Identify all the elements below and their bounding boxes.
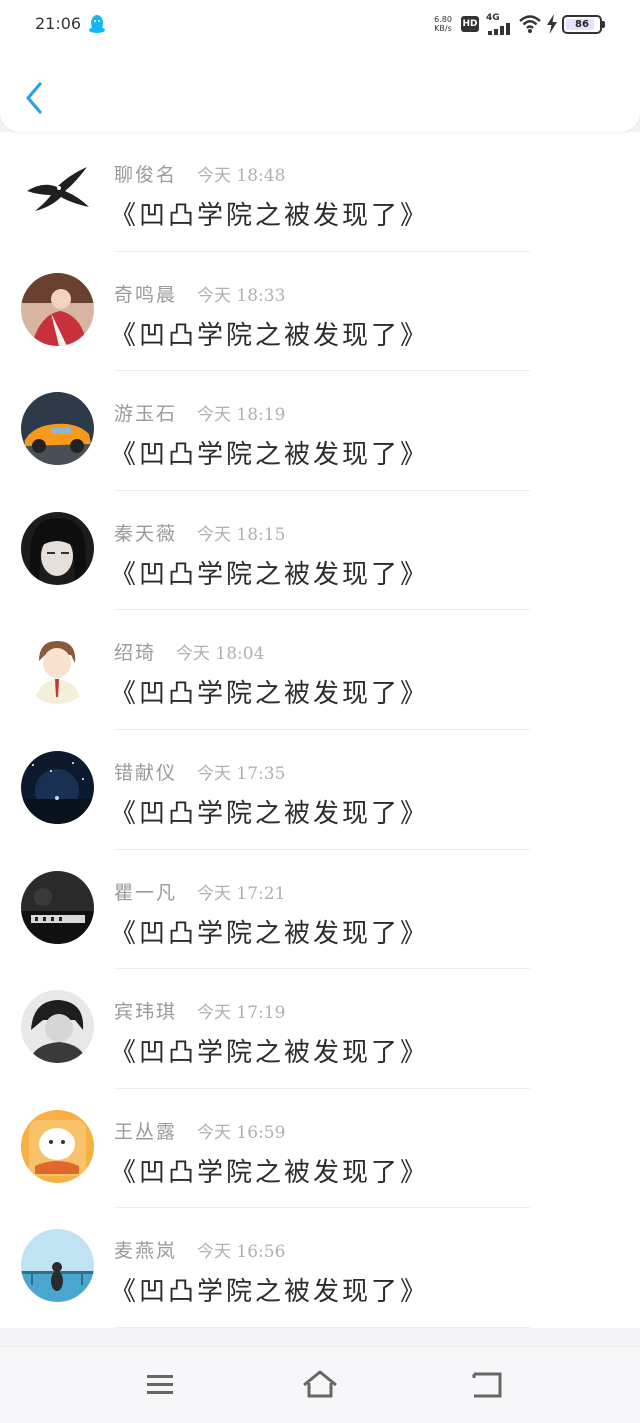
- message-time: 今天 18:04: [176, 644, 265, 665]
- battery-cap: [602, 21, 605, 28]
- message-header: 瞿一凡 今天 17:21: [114, 878, 285, 905]
- message-text: 《凹凸学院之被发现了》: [110, 559, 430, 590]
- message-header: 宾玮琪 今天 17:19: [114, 997, 285, 1024]
- system-nav-bar: [0, 1346, 640, 1423]
- avatar[interactable]: [21, 870, 94, 944]
- wifi-icon: [519, 15, 541, 33]
- charging-bolt-icon: [547, 14, 557, 34]
- list-item[interactable]: 奇鸣晨 今天 18:33 《凹凸学院之被发现了》: [0, 252, 640, 372]
- message-header: 聊俊名 今天 18:48: [114, 160, 285, 187]
- message-text: 《凹凸学院之被发现了》: [110, 440, 430, 471]
- back-icon[interactable]: [468, 1369, 508, 1401]
- avatar[interactable]: [21, 750, 94, 824]
- message-time: 今天 17:21: [197, 883, 286, 904]
- message-time: 今天 18:33: [197, 285, 286, 306]
- message-time: 今天 16:59: [197, 1122, 286, 1143]
- message-text: 《凹凸学院之被发现了》: [110, 1038, 430, 1069]
- divider: [114, 1326, 530, 1328]
- message-time: 今天 18:15: [197, 524, 286, 545]
- net-speed-unit: KB/s: [434, 24, 452, 33]
- avatar[interactable]: [21, 392, 94, 466]
- avatar[interactable]: [21, 153, 94, 226]
- list-item[interactable]: 聊俊名 今天 18:48 《凹凸学院之被发现了》: [0, 132, 640, 252]
- sender-name: 瞿一凡: [114, 881, 178, 904]
- sender-name: 错献仪: [114, 761, 178, 784]
- avatar[interactable]: [21, 1229, 94, 1303]
- header: 21:06 6.80 KB/s HD 4G 86: [0, 0, 640, 132]
- avatar[interactable]: [21, 631, 94, 705]
- message-text: 《凹凸学院之被发现了》: [110, 918, 430, 949]
- avatar[interactable]: [21, 990, 94, 1064]
- message-time: 今天 18:48: [197, 166, 286, 186]
- message-header: 绍琦 今天 18:04: [114, 638, 264, 665]
- list-item[interactable]: 瞿一凡 今天 17:21 《凹凸学院之被发现了》: [0, 850, 640, 970]
- sender-name: 王丛露: [114, 1120, 178, 1143]
- sender-name: 奇鸣晨: [114, 283, 178, 306]
- list-item[interactable]: 秦天薇 今天 18:15 《凹凸学院之被发现了》: [0, 491, 640, 611]
- message-header: 游玉石 今天 18:19: [114, 399, 285, 426]
- sender-name: 秦天薇: [114, 522, 178, 545]
- net-speed-value: 6.80: [434, 15, 452, 24]
- sender-name: 宾玮琪: [114, 1001, 178, 1024]
- message-header: 麦燕岚 今天 16:56: [114, 1236, 285, 1263]
- message-time: 今天 17:35: [197, 763, 286, 784]
- message-time: 今天 16:56: [197, 1242, 286, 1263]
- list-item[interactable]: 麦燕岚 今天 16:56 《凹凸学院之被发现了》: [0, 1208, 640, 1328]
- home-icon[interactable]: [300, 1369, 340, 1401]
- menu-icon[interactable]: [140, 1369, 180, 1401]
- avatar[interactable]: [21, 1109, 94, 1183]
- list-item[interactable]: 宾玮琪 今天 17:19 《凹凸学院之被发现了》: [0, 969, 640, 1089]
- battery-icon: 86: [562, 15, 602, 34]
- message-text: 《凹凸学院之被发现了》: [110, 1277, 430, 1308]
- message-time: 今天 17:19: [197, 1003, 286, 1024]
- sender-name: 麦燕岚: [114, 1240, 178, 1263]
- avatar[interactable]: [21, 511, 94, 585]
- status-bar: 21:06 6.80 KB/s HD 4G 86: [0, 0, 640, 50]
- message-text: 《凹凸学院之被发现了》: [110, 679, 430, 710]
- list-item[interactable]: 绍琦 今天 18:04 《凹凸学院之被发现了》: [0, 610, 640, 730]
- status-time: 21:06: [35, 14, 82, 33]
- list-item[interactable]: 王丛露 今天 16:59 《凹凸学院之被发现了》: [0, 1089, 640, 1209]
- message-text: 《凹凸学院之被发现了》: [110, 320, 430, 351]
- message-text: 《凹凸学院之被发现了》: [110, 1157, 430, 1188]
- message-header: 秦天薇 今天 18:15: [114, 519, 285, 546]
- message-header: 奇鸣晨 今天 18:33: [114, 280, 285, 307]
- sender-name: 游玉石: [114, 403, 178, 426]
- signal-bars: [488, 23, 510, 35]
- list-item[interactable]: 游玉石 今天 18:19 《凹凸学院之被发现了》: [0, 371, 640, 491]
- net-speed: 6.80 KB/s: [432, 15, 454, 33]
- message-list: 聊俊名 今天 18:48 《凹凸学院之被发现了》 奇鸣晨 今天 18:33 《凹凸学…: [0, 132, 640, 1328]
- signal-icon: 4G: [486, 13, 514, 35]
- message-header: 错献仪 今天 17:35: [114, 758, 285, 785]
- sender-name: 绍琦: [114, 642, 157, 665]
- avatar[interactable]: [21, 272, 94, 346]
- message-text: 《凹凸学院之被发现了》: [110, 798, 430, 829]
- sender-name: 聊俊名: [114, 164, 178, 186]
- hd-icon: HD: [461, 16, 479, 32]
- message-text: 《凹凸学院之被发现了》: [110, 201, 430, 231]
- list-item[interactable]: 错献仪 今天 17:35 《凹凸学院之被发现了》: [0, 730, 640, 850]
- qq-penguin-icon: [89, 15, 105, 33]
- message-time: 今天 18:19: [197, 405, 286, 426]
- chevron-left-icon[interactable]: [20, 80, 50, 116]
- network-type: 4G: [486, 13, 500, 23]
- message-header: 王丛露 今天 16:59: [114, 1117, 285, 1144]
- battery-level: 86: [575, 19, 589, 30]
